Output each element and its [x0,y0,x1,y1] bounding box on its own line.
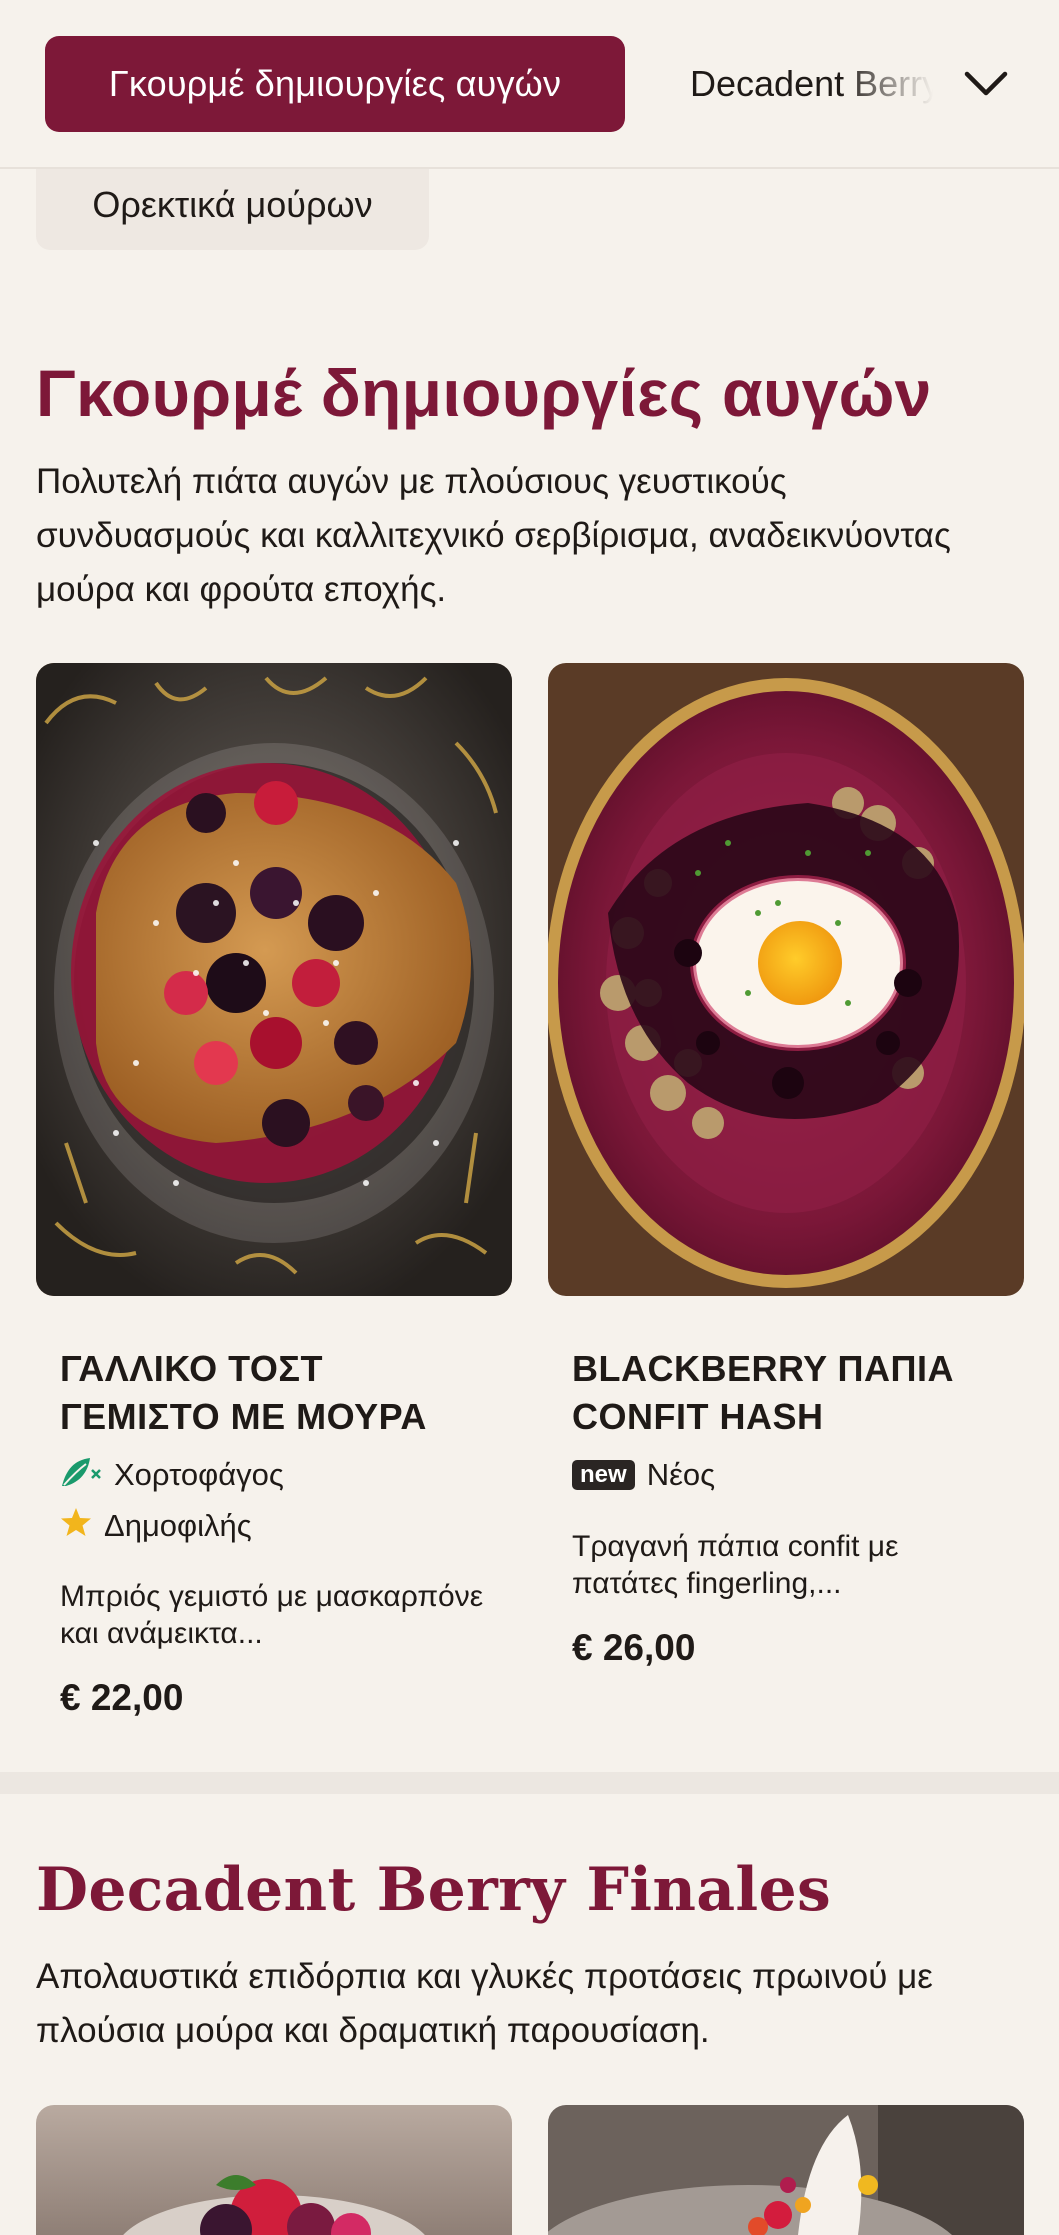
dish-image-french-toast[interactable] [36,663,512,1296]
section-title: Decadent Berry Finales [36,1855,832,1925]
dish-tag-vegetarian: Χορτοφάγος [60,1453,284,1497]
dish-title[interactable]: BLACKBERRY ΠΑΠΙΑ CONFIT HASH [572,1345,1002,1441]
dish-tag-new: new Νέος [572,1453,715,1497]
section-title: Γκουρμέ δημιουργίες αυγών [36,356,932,430]
section-description: Απολαυστικά επιδόρπια και γλυκές προτάσε… [36,1957,933,2050]
section-description: Πολυτελή πιάτα αυγών με πλούσιους γευστι… [36,462,951,609]
nav-category-active[interactable]: Γκουρμέ δημιουργίες αυγών [45,36,625,132]
dish-price: € 22,00 [60,1677,184,1718]
dish-description: Τραγανή πάπια confit με πατάτες fingerli… [572,1530,899,1600]
dish-tag-popular: Δημοφιλής [60,1504,252,1548]
dish-tag-label: Δημοφιλής [104,1508,252,1543]
dish-price: € 26,00 [572,1627,696,1668]
category-nav: Γκουρμέ δημιουργίες αυγών Decadent Berry… [0,0,1059,169]
star-icon [60,1506,92,1546]
dish-image-dessert[interactable] [36,2105,512,2235]
chevron-down-icon[interactable] [960,58,1012,110]
dish-description: Μπριός γεμιστό με μασκαρπόνε και ανάμεικ… [60,1580,484,1650]
section-divider [0,1772,1059,1794]
dish-tag-label: Νέος [646,1457,716,1492]
dish-tag-label: Χορτοφάγος [114,1457,284,1492]
nav-fade-overlay [840,36,950,132]
new-badge: new [572,1460,635,1490]
dish-image-duck-confit[interactable] [548,663,1024,1296]
vegetarian-leaf-icon [60,1452,102,1498]
dish-image-dessert-2[interactable] [548,2105,1024,2235]
subcategory-pill[interactable]: Ορεκτικά μούρων [36,160,429,250]
dish-title[interactable]: ΓΑΛΛΙΚΟ ΤΟΣΤ ΓΕΜΙΣΤΟ ΜΕ ΜΟΥΡΑ [60,1345,490,1441]
